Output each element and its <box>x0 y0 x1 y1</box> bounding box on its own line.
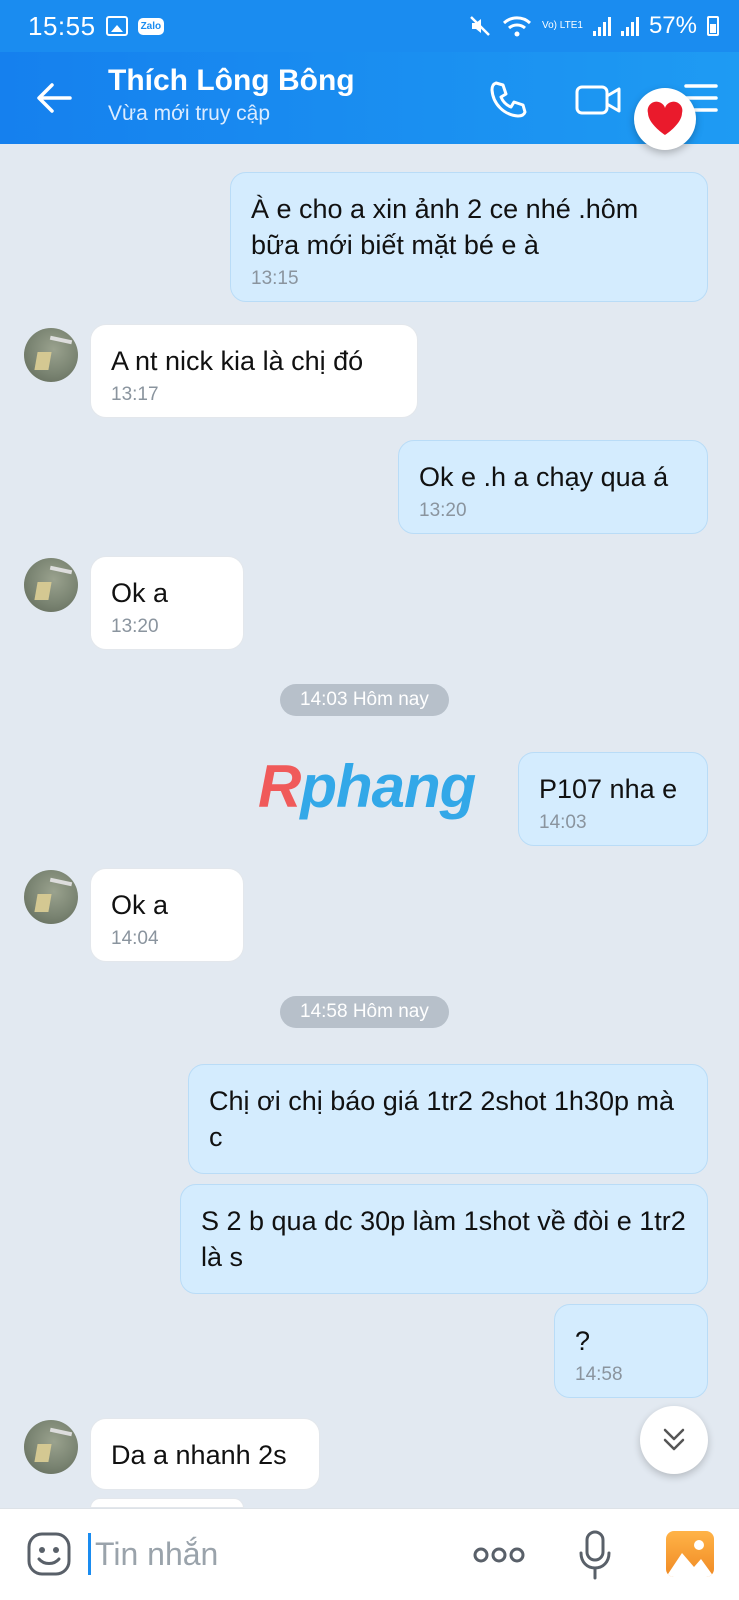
contact-name[interactable]: Thích Lông Bông <box>108 64 355 98</box>
message-text: Ok a <box>111 578 169 608</box>
chevron-down-icon <box>663 1428 685 1451</box>
more-icon[interactable] <box>472 1545 526 1565</box>
gallery-notification-icon <box>105 16 128 36</box>
avatar[interactable] <box>24 870 78 924</box>
message-text: Da a nhanh 2s <box>111 1440 287 1470</box>
message-text: S 2 b qua dc 30p làm 1shot về đòi e 1tr2… <box>201 1206 686 1272</box>
phone-icon[interactable] <box>486 78 530 122</box>
video-call-icon[interactable] <box>574 78 624 122</box>
message-text: P107 nha e <box>539 774 678 804</box>
battery-percent: 57% <box>648 12 697 39</box>
date-separator: 14:03 Hôm nay <box>280 684 449 716</box>
message-outgoing[interactable]: Chị ơi chị báo giá 1tr2 2shot 1h30p mà c <box>188 1064 708 1174</box>
message-text: Ok a <box>111 890 169 920</box>
avatar[interactable] <box>24 328 78 382</box>
emoji-icon[interactable] <box>26 1531 72 1577</box>
battery-icon <box>707 16 719 36</box>
message-text: À e cho a xin ảnh 2 ce nhé .hôm bữa mới … <box>251 194 639 260</box>
message-incoming[interactable]: Da a nhanh 2s <box>90 1418 320 1490</box>
message-time: 13:17 <box>111 384 159 405</box>
message-incoming-partial[interactable] <box>90 1498 244 1508</box>
watermark-logo: Rphang <box>258 753 476 820</box>
message-incoming[interactable]: Ok a 14:04 <box>90 868 244 962</box>
avatar[interactable] <box>24 1420 78 1474</box>
message-time: 13:20 <box>419 500 467 521</box>
message-outgoing[interactable]: S 2 b qua dc 30p làm 1shot về đòi e 1tr2… <box>180 1184 708 1294</box>
chat-header: Thích Lông Bông Vừa mới truy cập <box>0 52 739 144</box>
message-time: 14:03 <box>539 812 587 833</box>
mute-icon <box>470 16 490 36</box>
message-time: 13:15 <box>251 268 299 289</box>
heart-icon <box>647 101 683 135</box>
composer-bar: Tin nhắn <box>0 1508 739 1600</box>
message-text: Chị ơi chị báo giá 1tr2 2shot 1h30p mà c <box>209 1086 674 1152</box>
message-text: ? <box>575 1326 591 1356</box>
wifi-icon <box>502 16 532 37</box>
message-text: A nt nick kia là chị đó <box>111 346 364 376</box>
back-arrow-icon[interactable] <box>30 74 78 122</box>
avatar[interactable] <box>24 558 78 612</box>
message-time: 14:58 <box>575 1364 623 1385</box>
message-outgoing[interactable]: À e cho a xin ảnh 2 ce nhé .hôm bữa mới … <box>230 172 708 302</box>
network-label: Vo) LTE1 <box>542 20 583 31</box>
message-outgoing[interactable]: P107 nha e 14:03 <box>518 752 708 846</box>
contact-status: Vừa mới truy cập <box>108 102 271 125</box>
message-input[interactable]: Tin nhắn <box>88 1533 218 1575</box>
message-incoming[interactable]: A nt nick kia là chị đó 13:17 <box>90 324 418 418</box>
heart-button[interactable] <box>634 88 696 150</box>
gallery-icon[interactable] <box>666 1531 714 1577</box>
message-text: Ok e .h a chạy qua á <box>419 462 669 492</box>
message-incoming[interactable]: Ok a 13:20 <box>90 556 244 650</box>
signal-icon-2 <box>620 16 639 36</box>
zalo-notification-icon: Zalo <box>137 17 165 35</box>
message-time: 13:20 <box>111 616 159 637</box>
scroll-to-bottom-button[interactable] <box>640 1406 708 1474</box>
mic-icon[interactable] <box>576 1529 614 1581</box>
signal-icon <box>592 16 611 36</box>
status-bar: 15:55 Zalo Vo) LTE1 57% <box>0 0 739 52</box>
message-outgoing[interactable]: ? 14:58 <box>554 1304 708 1398</box>
message-outgoing[interactable]: Ok e .h a chạy qua á 13:20 <box>398 440 708 534</box>
date-separator: 14:58 Hôm nay <box>280 996 449 1028</box>
message-time: 14:04 <box>111 928 159 949</box>
status-time: 15:55 <box>28 10 96 41</box>
